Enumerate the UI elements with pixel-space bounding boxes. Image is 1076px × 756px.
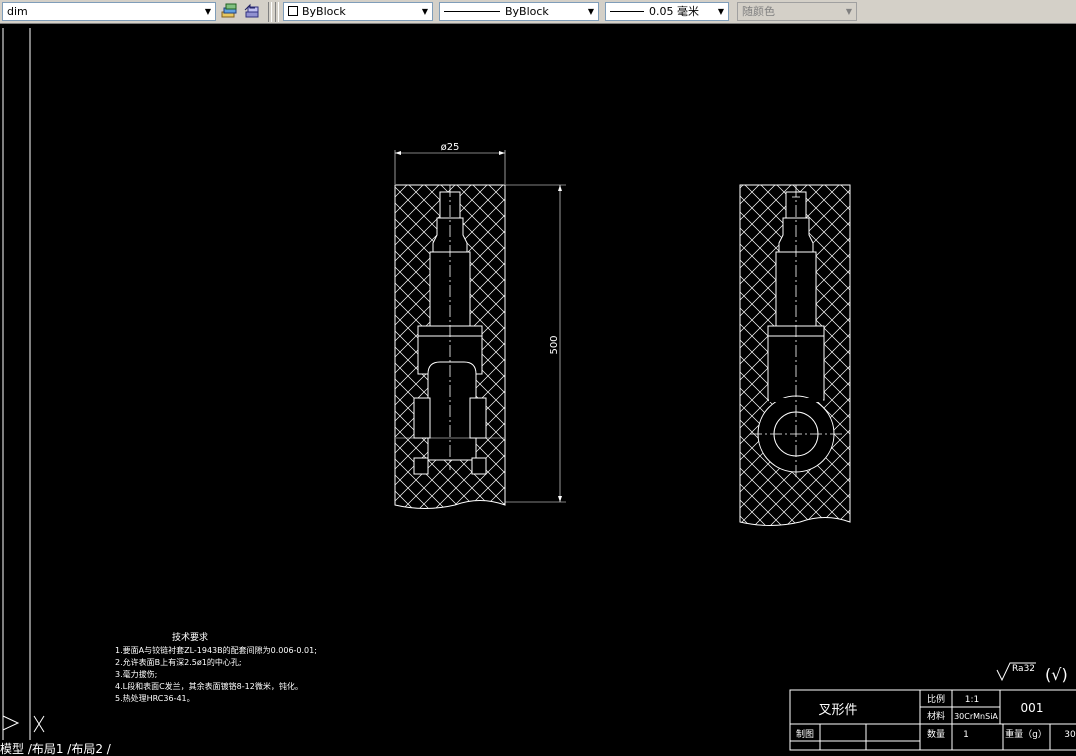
toolbar-separator <box>268 2 272 22</box>
drafter-label: 制图 <box>796 728 814 740</box>
side-view <box>739 184 851 526</box>
plotstyle-dropdown[interactable]: 随颜色 ▼ <box>737 2 857 21</box>
tech-note-line: 3.毫力拔伤; <box>115 669 157 679</box>
quantity-label: 数量 <box>927 728 945 740</box>
quantity-value: 1 <box>963 730 969 740</box>
roughness-value: Ra32 <box>1012 664 1035 674</box>
scale-value: 1:1 <box>965 695 979 705</box>
part-name: 叉形件 <box>818 703 857 718</box>
tech-note-line: 4.L段和表面C发兰，其余表面镀铬8-12微米，钝化。 <box>115 681 303 691</box>
tech-notes: 技术要求 1.要面A与铰链衬套ZL-1943B的配套间隙为0.006-0.01;… <box>115 631 317 703</box>
material-label: 材料 <box>927 710 945 722</box>
lineweight-dropdown[interactable]: 0.05 毫米 ▼ <box>605 2 729 21</box>
drawing-canvas[interactable]: ø25 500 技术要求 1.要面A与铰链衬套ZL-1943B的配套间隙为0.0… <box>0 24 1076 755</box>
plotstyle-value: 随颜色 <box>742 5 775 18</box>
dim-diameter-text: ø25 <box>441 142 460 153</box>
lineweight-value: 0.05 毫米 <box>649 5 699 18</box>
chevron-down-icon: ▼ <box>204 7 212 16</box>
chevron-down-icon: ▼ <box>421 7 429 16</box>
scale-label: 比例 <box>927 693 945 705</box>
color-dropdown[interactable]: ByBlock ▼ <box>283 2 433 21</box>
tech-note-line: 2.允许表面B上有深2.5ø1的中心孔; <box>115 657 242 667</box>
drawing-svg: ø25 500 技术要求 1.要面A与铰链衬套ZL-1943B的配套间隙为0.0… <box>2 28 1076 751</box>
chevron-down-icon: ▼ <box>845 7 853 16</box>
linetype-value: ByBlock <box>505 5 549 18</box>
chevron-down-icon: ▼ <box>587 7 595 16</box>
properties-toolbar: dim ▼ ByBlock ▼ ByBlock ▼ 0.05 毫米 ▼ 随颜色 … <box>0 0 1076 24</box>
layout-tabs[interactable]: 模型 /布局1 /布局2 / <box>0 742 111 756</box>
roughness-other-icon: (√) <box>1045 665 1068 684</box>
color-value: ByBlock <box>302 5 346 18</box>
linetype-dropdown[interactable]: ByBlock ▼ <box>439 2 599 21</box>
dim-length-text: 500 <box>549 335 560 354</box>
chevron-down-icon: ▼ <box>717 7 725 16</box>
color-swatch-icon <box>288 6 298 16</box>
linetype-sample-icon <box>444 11 500 12</box>
layer-dropdown[interactable]: dim ▼ <box>2 2 216 21</box>
lineweight-sample-icon <box>610 11 644 12</box>
title-block-text: 叉形件 比例 1:1 材料 30CrMnSiA 001 制图 数量 1 重量（g… <box>796 693 1076 740</box>
weight-value: 30 <box>1064 730 1076 740</box>
layer-states-icon[interactable] <box>220 3 238 21</box>
roughness-symbol: Ra32 (√) <box>996 662 1068 684</box>
layout-tabs-text[interactable]: 模型 /布局1 /布局2 / <box>0 742 111 756</box>
drawing-number: 001 <box>1021 701 1044 715</box>
ucs-icon <box>2 715 45 733</box>
front-view: ø25 500 <box>394 142 566 509</box>
toolbar-separator <box>275 2 279 22</box>
tech-note-line: 5.热处理HRC36-41。 <box>115 693 195 703</box>
tech-notes-title: 技术要求 <box>172 631 208 643</box>
layer-value: dim <box>7 5 28 18</box>
weight-label: 重量（g） <box>1005 728 1047 740</box>
material-value: 30CrMnSiA <box>954 712 998 721</box>
tech-note-line: 1.要面A与铰链衬套ZL-1943B的配套间隙为0.006-0.01; <box>115 645 317 655</box>
layer-previous-icon[interactable] <box>243 3 261 21</box>
